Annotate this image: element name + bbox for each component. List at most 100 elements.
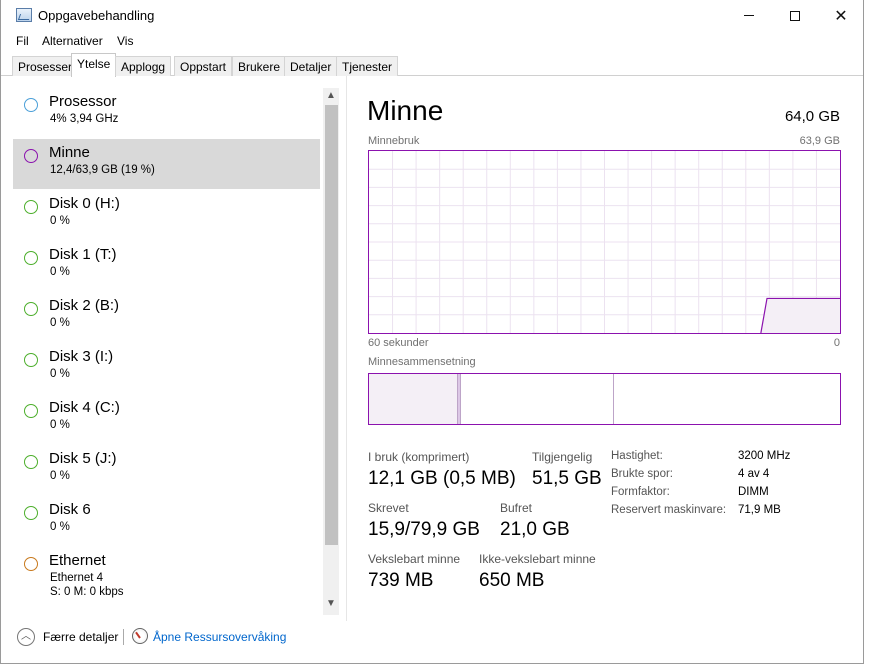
memory-title: Minne [367,95,444,126]
close-button[interactable]: ✕ [818,0,863,31]
resource-name: Prosessor [49,93,117,110]
scroll-down-icon[interactable]: ▼ [323,598,339,612]
available-value: 51,5 GB [532,468,602,489]
background-window [864,0,871,670]
menu-bar: Fil Alternativer Vis [1,31,863,51]
resource-item-disk-1[interactable]: Disk 1 (T:) 0 % [13,241,320,291]
resource-name: Disk 0 (H:) [49,195,120,212]
resource-name: Disk 5 (J:) [49,450,117,467]
resource-name: Disk 1 (T:) [49,246,117,263]
resource-monitor-icon [132,628,148,644]
committed-label: Skrevet [368,501,409,515]
resource-status-icon [24,353,38,367]
resource-item-disk-0[interactable]: Disk 0 (H:) 0 % [13,190,320,240]
memory-graph-max: 63,9 GB [799,135,840,147]
resource-status-icon [24,455,38,469]
memory-usage-graph [368,150,841,334]
resource-item-memory[interactable]: Minne 12,4/63,9 GB (19 %) [13,139,320,189]
speed-label: Hastighet: [611,450,663,462]
composition-in-use [369,374,459,424]
resource-status-icon [24,98,38,112]
tab-processes[interactable]: Prosesser [12,56,79,76]
task-manager-window: Oppgavebehandling ✕ Fil Alternativer Vis… [0,0,864,664]
resource-name: Ethernet [49,552,106,569]
close-icon: ✕ [834,7,848,25]
speed-value: 3200 MHz [738,450,791,462]
scroll-up-icon[interactable]: ▲ [323,90,339,104]
available-label: Tilgjengelig [532,450,593,464]
window-title: Oppgavebehandling [38,8,155,23]
resource-status-icon [24,557,38,571]
tab-services[interactable]: Tjenester [336,56,399,76]
minimize-button[interactable] [726,0,772,31]
resource-detail: 4% 3,94 GHz [50,113,119,125]
form-factor-value: DIMM [738,486,769,498]
in-use-label: I bruk (komprimert) [368,450,470,464]
resource-item-disk-5[interactable]: Disk 5 (J:) 0 % [13,445,320,495]
resource-item-disk-6[interactable]: Disk 6 0 % [13,496,320,546]
in-use-value: 12,1 GB (0,5 MB) [368,468,516,489]
resource-detail: 0 % [50,215,70,227]
resource-status-icon [24,302,38,316]
resource-item-disk-4[interactable]: Disk 4 (C:) 0 % [13,394,320,444]
maximize-icon [790,10,800,21]
resource-item-disk-2[interactable]: Disk 2 (B:) 0 % [13,292,320,342]
resource-detail: Ethernet 4 [50,572,104,584]
menu-options[interactable]: Alternativer [42,34,103,48]
title-bar[interactable]: Oppgavebehandling ✕ [1,0,863,31]
resource-item-disk-3[interactable]: Disk 3 (I:) 0 % [13,343,320,393]
memory-total: 64,0 GB [784,108,840,125]
resource-status-icon [24,149,38,163]
resource-status-icon [24,251,38,265]
menu-file[interactable]: Fil [16,34,29,48]
tab-app-history[interactable]: Applogg [115,56,172,76]
resource-detail: 0 % [50,419,70,431]
resource-status-icon [24,200,38,214]
task-manager-icon [16,8,32,22]
slots-used-value: 4 av 4 [738,468,770,480]
tab-performance[interactable]: Ytelse [71,53,117,77]
composition-free [613,374,840,424]
tab-details[interactable]: Detaljer [284,56,338,76]
resource-item-processor[interactable]: Prosessor 4% 3,94 GHz [13,88,320,138]
nonpaged-pool-label: Ikke-vekslebart minne [479,552,596,566]
resource-name: Disk 6 [49,501,91,518]
fewer-details-link[interactable]: Færre detaljer [43,630,118,644]
graph-time-right: 0 [833,337,840,349]
resource-list-scrollbar[interactable]: ▲ ▼ [323,88,339,615]
resource-name: Disk 4 (C:) [49,399,120,416]
resource-detail: 0 % [50,266,70,278]
hardware-reserved-label: Reservert maskinvare: [611,504,727,516]
footer-separator [123,629,124,645]
resource-detail: 0 % [50,317,70,329]
paged-pool-label: Vekslebart minne [368,552,461,566]
resource-item-ethernet[interactable]: Ethernet Ethernet 4 S: 0 M: 0 kbps [13,547,320,598]
committed-value: 15,9/79,9 GB [368,519,480,540]
resource-detail: 0 % [50,470,70,482]
memory-usage-area [760,298,840,333]
graph-time-left: 60 sekunder [368,337,429,349]
performance-content: Prosessor 4% 3,94 GHz Minne 12,4/63,9 GB (1… [1,76,863,621]
memory-composition-bar [368,373,841,425]
form-factor-label: Formfaktor: [611,486,670,498]
maximize-button[interactable] [772,0,818,31]
tab-strip: Prosesser Ytelse Applogg Oppstart Bruker… [1,53,863,77]
memory-graph-label: Minnebruk [368,135,420,147]
tab-startup[interactable]: Oppstart [174,56,233,76]
chevron-up-icon[interactable]: ︿ [17,628,35,646]
resource-name: Disk 3 (I:) [49,348,114,365]
resource-name: Minne [49,144,90,161]
minimize-icon [744,15,754,16]
resource-name: Disk 2 (B:) [49,297,120,314]
memory-details-pane: Minne 64,0 GB Minnebruk 63,9 GB 60 sekun… [346,76,863,621]
tab-users[interactable]: Brukere [232,56,287,76]
scroll-thumb[interactable] [325,105,338,545]
resource-detail-secondary: S: 0 M: 0 kbps [50,586,124,598]
resource-status-icon [24,404,38,418]
composition-standby [460,374,614,424]
open-resource-monitor-link[interactable]: Åpne Ressursovervåking [153,630,286,644]
menu-view[interactable]: Vis [117,34,133,48]
cached-label: Bufret [500,501,533,515]
memory-composition-label: Minnesammensetning [368,356,476,368]
cached-value: 21,0 GB [500,519,570,540]
